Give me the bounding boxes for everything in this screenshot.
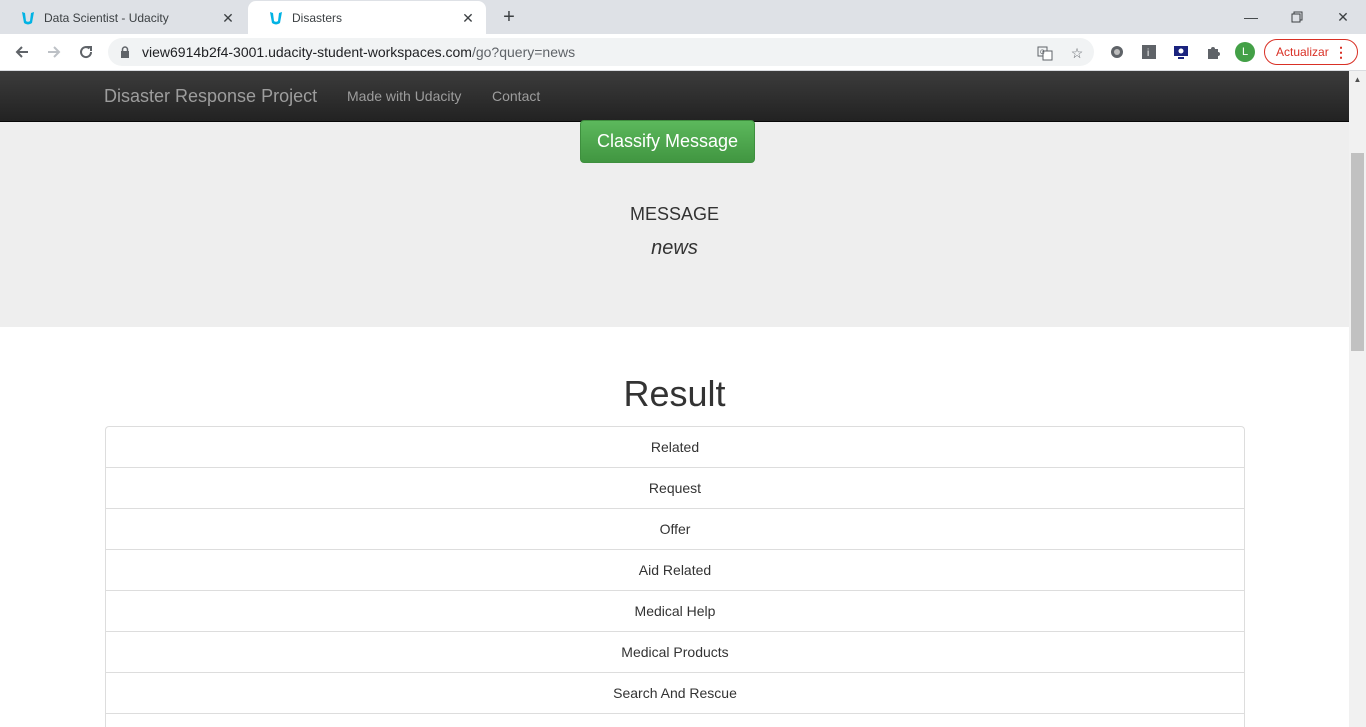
nav-link-made-with-udacity[interactable]: Made with Udacity [347,88,461,104]
result-list: Related Request Offer Aid Related Medical He… [105,426,1245,727]
update-label: Actualizar [1276,45,1329,59]
tab-strip: Data Scientist - Udacity ✕ Disasters ✕ +… [0,0,1366,34]
message-text: news [651,237,698,259]
result-list-item: Offer [106,509,1244,550]
page-scrollbar[interactable]: ▲ [1349,71,1366,727]
result-list-item: Medical Products [106,632,1244,673]
page-viewport: Disaster Response Project Made with Udac… [0,71,1349,727]
update-button[interactable]: Actualizar ⋮ [1264,39,1358,65]
navbar: Disaster Response Project Made with Udac… [0,71,1349,122]
forward-icon[interactable] [42,40,66,64]
tab-disasters[interactable]: Disasters ✕ [248,1,486,34]
udacity-logo-icon [20,10,36,26]
extension-screen-icon[interactable] [1172,43,1190,61]
tab-data-scientist[interactable]: Data Scientist - Udacity ✕ [0,1,246,34]
close-icon[interactable]: ✕ [460,10,476,26]
svg-text:G: G [1040,50,1045,56]
result-list-item: Request [106,468,1244,509]
url-host: view6914b2f4-3001.udacity-student-worksp… [142,44,472,60]
extension-circle-icon[interactable] [1108,43,1126,61]
reload-icon[interactable] [74,40,98,64]
address-bar[interactable]: view6914b2f4-3001.udacity-student-worksp… [108,38,1094,66]
translate-icon[interactable]: G [1036,44,1054,62]
minimize-icon[interactable]: — [1228,0,1274,34]
close-icon[interactable]: ✕ [220,10,236,26]
back-icon[interactable] [10,40,34,64]
jumbotron: Classify Message MESSAGE news [0,120,1349,327]
restore-icon[interactable] [1274,0,1320,34]
extensions-puzzle-icon[interactable] [1204,43,1222,61]
nav-link-contact[interactable]: Contact [492,88,540,104]
scroll-up-icon[interactable]: ▲ [1349,71,1366,88]
classify-message-button[interactable]: Classify Message [580,120,755,163]
lock-icon [120,46,134,58]
svg-text:i: i [1147,48,1149,59]
profile-avatar[interactable]: L [1235,42,1255,62]
browser-toolbar: view6914b2f4-3001.udacity-student-worksp… [0,34,1366,71]
result-list-item: Medical Help [106,591,1244,632]
result-list-item [106,714,1244,727]
menu-dots-icon: ⋮ [1334,44,1348,60]
extension-info-icon[interactable]: i [1140,43,1158,61]
message-label: MESSAGE [629,204,720,224]
close-window-icon[interactable]: ✕ [1320,0,1366,34]
tab-title: Disasters [292,10,343,25]
result-list-item: Aid Related [106,550,1244,591]
bookmark-star-icon[interactable]: ☆ [1068,44,1086,62]
result-list-item: Related [106,427,1244,468]
url-path: /go?query=news [471,44,576,60]
result-title: Result [623,373,726,414]
result-list-item: Search And Rescue [106,673,1244,714]
tab-title: Data Scientist - Udacity [44,10,169,25]
udacity-logo-icon [268,10,284,26]
navbar-brand[interactable]: Disaster Response Project [104,86,317,107]
scroll-thumb[interactable] [1351,153,1364,351]
new-tab-icon[interactable]: + [498,6,520,28]
